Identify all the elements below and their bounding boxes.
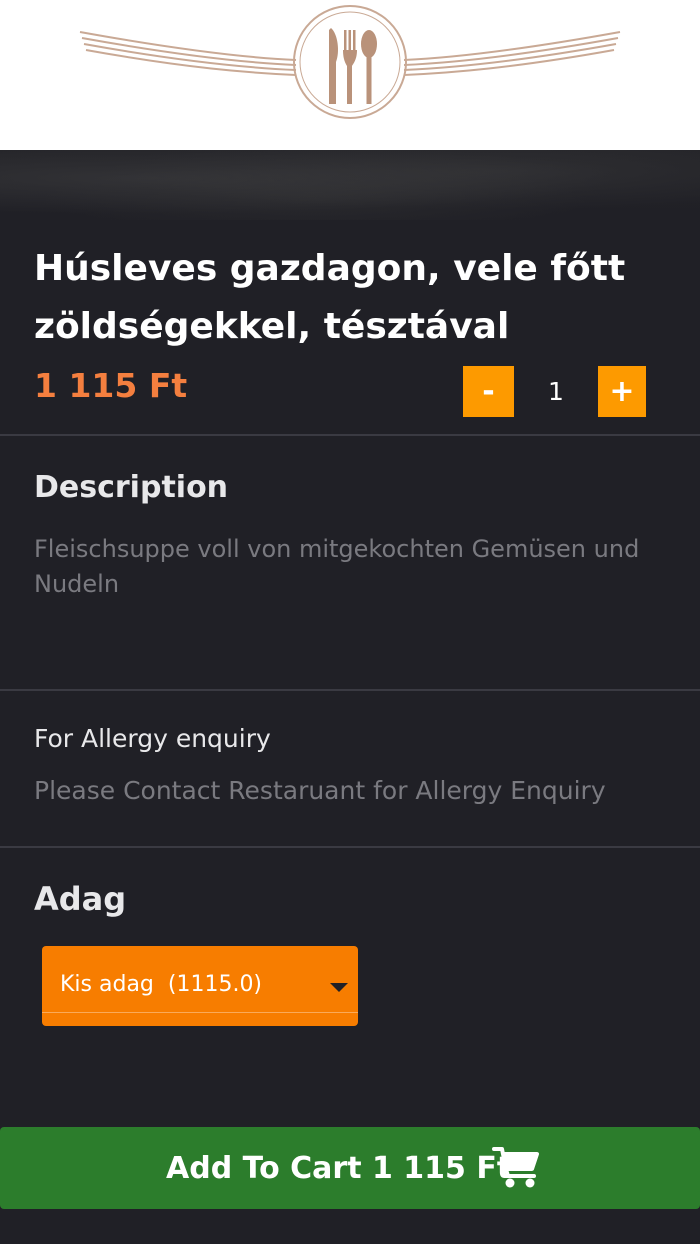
decrease-quantity-button[interactable]: - [463, 366, 514, 417]
description-heading: Description [34, 470, 229, 505]
caret-down-icon [330, 983, 348, 992]
divider [0, 846, 700, 848]
divider [0, 689, 700, 691]
restaurant-logo-band [0, 0, 700, 150]
add-to-cart-label: Add To Cart 1 115 Ft [166, 1151, 512, 1186]
increase-quantity-button[interactable]: + [598, 366, 646, 417]
hero-banner [0, 0, 700, 220]
description-text: Fleischsuppe voll von mitgekochten Gemüs… [34, 535, 640, 598]
select-underline [42, 1012, 358, 1013]
portion-select[interactable]: Kis adag (1115.0) [42, 946, 358, 1026]
quantity-value: 1 [548, 377, 564, 406]
product-price: 1 115 Ft [34, 366, 188, 405]
allergy-text: Please Contact Restaruant for Allergy En… [34, 776, 606, 805]
shopping-cart-icon [492, 1147, 539, 1188]
product-title: Húsleves gazdagon, vele főtt zöldségekke… [34, 248, 626, 347]
divider [0, 434, 700, 436]
add-to-cart-button[interactable]: Add To Cart 1 115 Ft [0, 1127, 700, 1209]
portion-heading: Adag [34, 880, 127, 918]
hero-image [0, 150, 700, 220]
portion-select-value: Kis adag (1115.0) [60, 972, 263, 997]
cutlery-logo-icon [79, 5, 621, 119]
allergy-heading: For Allergy enquiry [34, 724, 271, 753]
